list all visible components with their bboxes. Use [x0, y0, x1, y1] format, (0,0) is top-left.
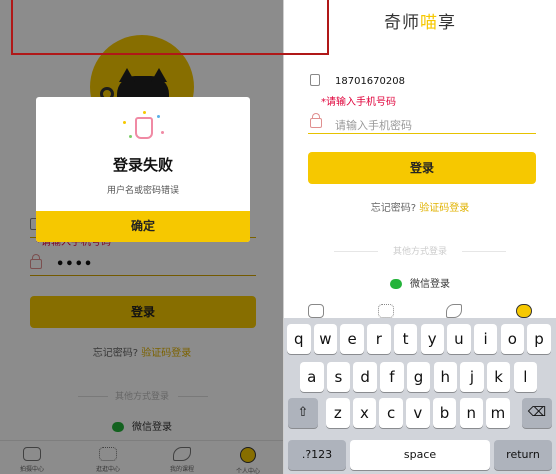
sparkle — [129, 135, 132, 138]
other-login-label: 其他方式登录 — [392, 247, 447, 257]
key-x[interactable]: x — [352, 398, 377, 428]
key-w[interactable]: w — [313, 324, 338, 354]
lock-icon — [310, 113, 322, 128]
key-j[interactable]: j — [460, 362, 484, 392]
sparkle — [123, 121, 126, 124]
key-g[interactable]: g — [406, 362, 431, 392]
key-k[interactable]: k — [486, 362, 511, 392]
key-i[interactable]: i — [473, 324, 498, 354]
key-d[interactable]: d — [353, 362, 377, 392]
sparkle — [161, 131, 164, 134]
login-button[interactable]: 登录 — [308, 152, 536, 184]
title-highlight: 喵 — [420, 13, 438, 33]
left-screen: *请输入手机号码 •••• 登录 忘记密码? 验证码登录 其他方式登录 微信登录… — [0, 0, 284, 474]
right-screen: 奇师喵享 18701670208 *请输入手机号码 请输入手机密码 登录 忘记密… — [284, 0, 556, 474]
profile-icon[interactable] — [516, 304, 532, 318]
key-a[interactable]: a — [300, 362, 324, 392]
shift-key[interactable]: ⇧ — [288, 398, 318, 428]
return-key[interactable]: return — [494, 440, 552, 470]
key-e[interactable]: e — [340, 324, 364, 354]
key-n[interactable]: n — [459, 398, 483, 428]
key-t[interactable]: t — [393, 324, 418, 354]
phone-icon — [310, 74, 320, 86]
forgot-label: 忘记密码? — [370, 203, 417, 214]
sms-login-link[interactable]: 验证码登录 — [419, 203, 469, 214]
space-key[interactable]: space — [350, 440, 490, 470]
title-part: 享 — [438, 13, 456, 33]
highlight-box — [11, 0, 329, 55]
sparkle — [143, 111, 146, 114]
key-y[interactable]: y — [420, 324, 444, 354]
wechat-label: 微信登录 — [410, 279, 450, 290]
key-b[interactable]: b — [432, 398, 457, 428]
key-s[interactable]: s — [326, 362, 351, 392]
paw-icon[interactable] — [378, 304, 394, 318]
key-p[interactable]: p — [527, 324, 551, 354]
key-m[interactable]: m — [486, 398, 510, 428]
numbers-key[interactable]: .?123 — [288, 440, 346, 470]
key-l[interactable]: l — [513, 362, 538, 392]
key-z[interactable]: z — [326, 398, 350, 428]
password-field[interactable]: 请输入手机密码 — [308, 113, 536, 134]
key-o[interactable]: o — [500, 324, 525, 354]
delete-key[interactable]: ⌫ — [522, 398, 552, 428]
key-f[interactable]: f — [380, 362, 404, 392]
sparkle — [157, 115, 160, 118]
fish-icon[interactable] — [446, 304, 462, 318]
wechat-login-button[interactable]: 微信登录 — [284, 275, 556, 290]
keyboard: qwertyuiop asdfghjkl zxcvbnm ⇧ ⌫ .?123 s… — [284, 318, 556, 474]
cup-shape — [135, 117, 153, 139]
key-r[interactable]: r — [367, 324, 391, 354]
wechat-icon — [390, 279, 402, 289]
key-q[interactable]: q — [287, 324, 311, 354]
error-dialog: 登录失败 用户名或密码错误 确定 — [36, 97, 250, 242]
title-part: 奇师 — [384, 13, 420, 33]
phone-value: 18701670208 — [335, 76, 405, 87]
dialog-message: 用户名或密码错误 — [106, 186, 179, 196]
password-placeholder: 请输入手机密码 — [335, 119, 412, 132]
phone-error-text: *请输入手机号码 — [321, 97, 396, 108]
key-v[interactable]: v — [406, 398, 430, 428]
key-c[interactable]: c — [379, 398, 403, 428]
dialog-title: 登录失败 — [112, 156, 173, 174]
phone-field[interactable]: 18701670208 — [308, 72, 536, 92]
forgot-password: 忘记密码? 验证码登录 — [284, 199, 556, 214]
confirm-button[interactable]: 确定 — [36, 211, 250, 242]
key-u[interactable]: u — [447, 324, 471, 354]
key-h[interactable]: h — [433, 362, 457, 392]
error-illustration-icon — [121, 111, 165, 143]
tv-icon[interactable] — [308, 304, 324, 318]
